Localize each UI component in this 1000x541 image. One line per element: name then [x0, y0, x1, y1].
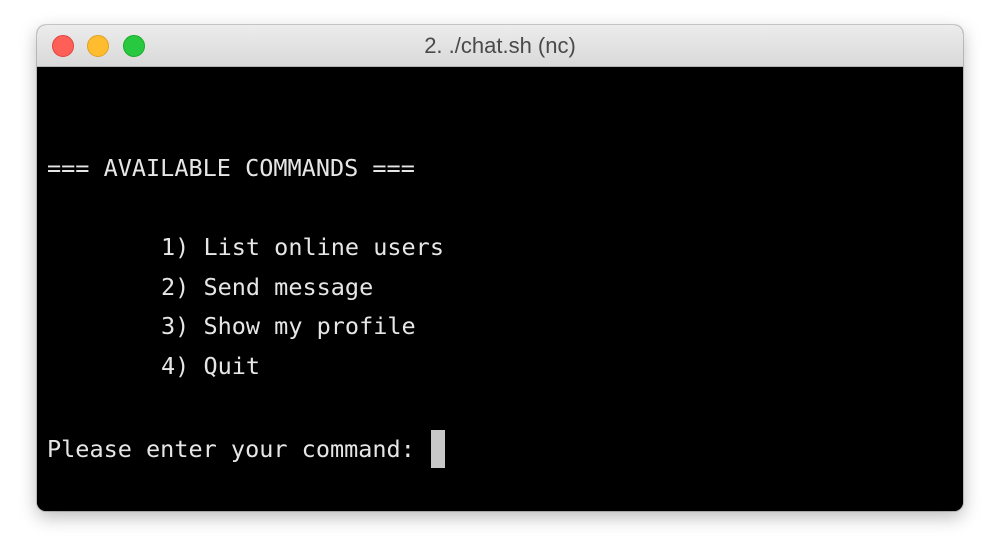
- terminal-window: 2. ./chat.sh (nc) === AVAILABLE COMMANDS…: [37, 25, 963, 511]
- command-show-profile: 3) Show my profile: [161, 312, 416, 340]
- title-bar[interactable]: 2. ./chat.sh (nc): [37, 25, 963, 67]
- command-list-users: 1) List online users: [161, 233, 444, 261]
- window-title: 2. ./chat.sh (nc): [424, 33, 576, 58]
- terminal-output[interactable]: === AVAILABLE COMMANDS === 1) List onlin…: [37, 67, 963, 511]
- command-send-message: 2) Send message: [161, 273, 374, 301]
- commands-header: === AVAILABLE COMMANDS ===: [47, 154, 415, 182]
- prompt-text: Please enter your command:: [47, 435, 430, 463]
- text-cursor: [431, 430, 446, 468]
- command-quit: 4) Quit: [161, 352, 261, 380]
- command-prompt[interactable]: Please enter your command:: [47, 429, 446, 469]
